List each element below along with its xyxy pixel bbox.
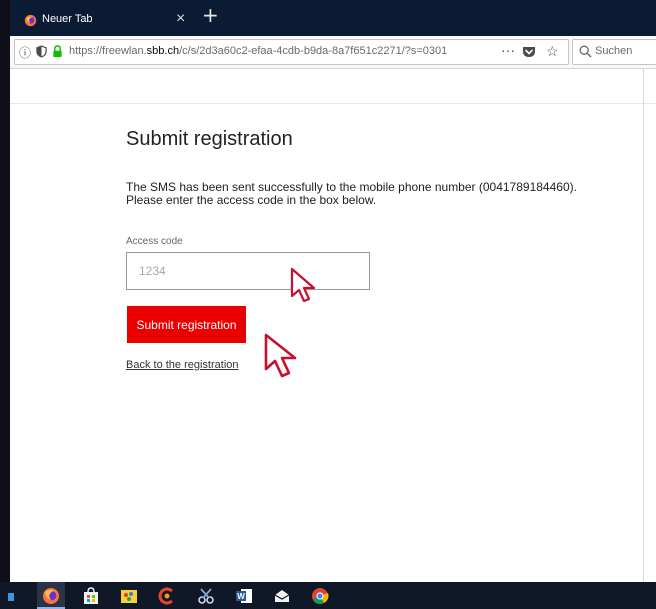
url-domain: sbb.ch bbox=[146, 45, 180, 57]
back-to-registration-link[interactable]: Back to the registration bbox=[126, 359, 239, 371]
info-icon[interactable]: ⓘ bbox=[19, 44, 31, 61]
search-box[interactable]: Suchen bbox=[572, 39, 656, 65]
firefox-icon[interactable] bbox=[42, 587, 60, 605]
screen: Neuer Tab × + ⓘ https://freewlan.sbb.ch/… bbox=[0, 0, 656, 609]
navigation-bar: ⓘ https://freewlan.sbb.ch/c/s/2d3a60c2-e… bbox=[10, 36, 656, 69]
access-code-label: Access code bbox=[126, 236, 183, 247]
tab-neuer-tab[interactable]: Neuer Tab × bbox=[10, 3, 194, 36]
sms-message: The SMS has been sent successfully to th… bbox=[126, 181, 626, 207]
file-explorer-edge-icon[interactable] bbox=[8, 587, 18, 605]
cursor-arrow-icon bbox=[264, 333, 297, 378]
ccleaner-icon[interactable] bbox=[158, 587, 176, 605]
url-bar[interactable]: ⓘ https://freewlan.sbb.ch/c/s/2d3a60c2-e… bbox=[14, 39, 569, 65]
scroll-edge bbox=[643, 69, 644, 582]
page-title: Submit registration bbox=[126, 128, 293, 150]
close-icon[interactable]: × bbox=[176, 10, 185, 28]
submit-registration-button[interactable]: Submit registration bbox=[127, 306, 246, 343]
paint-icon[interactable] bbox=[120, 587, 138, 605]
header-divider bbox=[10, 103, 656, 104]
mail-icon[interactable] bbox=[273, 587, 291, 605]
tab-strip: Neuer Tab × + bbox=[10, 0, 656, 36]
window-frame bbox=[0, 0, 10, 582]
snipping-icon[interactable] bbox=[197, 587, 215, 605]
bookmark-star-icon[interactable]: ☆ bbox=[546, 43, 559, 60]
new-tab-button[interactable]: + bbox=[202, 3, 219, 27]
access-code-input[interactable] bbox=[126, 252, 370, 290]
page-content: Submit registration The SMS has been sen… bbox=[10, 69, 656, 582]
word-icon[interactable]: W bbox=[235, 587, 253, 605]
store-icon[interactable] bbox=[82, 587, 100, 605]
tracking-shield-icon[interactable] bbox=[36, 45, 47, 58]
firefox-icon bbox=[24, 14, 37, 27]
url-prefix: https://freewlan. bbox=[69, 45, 147, 57]
message-line-2: Please enter the access code in the box … bbox=[126, 193, 377, 207]
lock-icon[interactable] bbox=[52, 45, 63, 58]
chrome-icon[interactable] bbox=[311, 587, 329, 605]
tab-title: Neuer Tab bbox=[42, 13, 93, 25]
search-placeholder: Suchen bbox=[595, 45, 633, 57]
url-suffix: /c/s/2d3a60c2-efaa-4cdb-b9da-8a7f651c227… bbox=[179, 45, 448, 57]
search-icon bbox=[579, 45, 592, 58]
pocket-icon[interactable] bbox=[522, 45, 536, 58]
url-text[interactable]: https://freewlan.sbb.ch/c/s/2d3a60c2-efa… bbox=[69, 45, 481, 57]
cursor-arrow-icon bbox=[290, 267, 316, 303]
page-actions-icon[interactable]: ··· bbox=[501, 42, 515, 58]
taskbar: W bbox=[0, 582, 656, 609]
svg-text:W: W bbox=[237, 592, 245, 601]
